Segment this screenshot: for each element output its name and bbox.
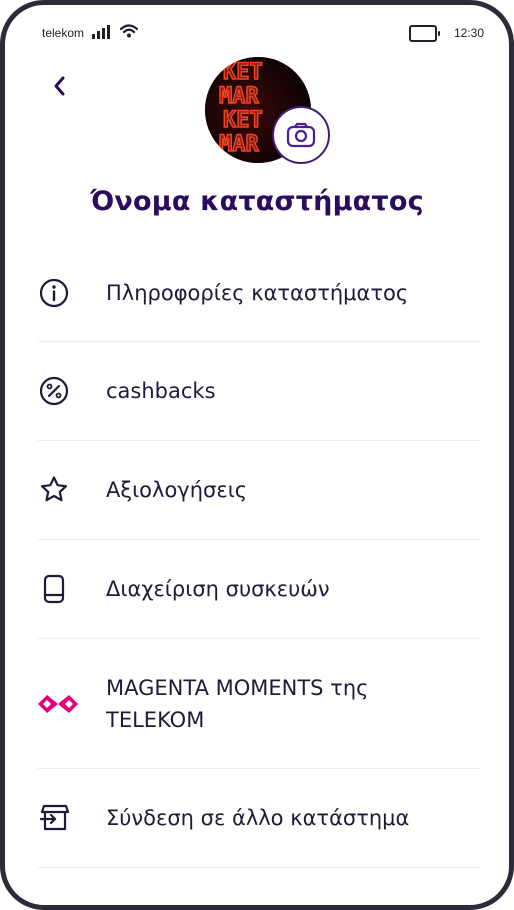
info-icon [38,277,78,309]
percent-icon [38,375,78,407]
menu-item-label: MAGENTA MOMENTS της TELEKOM [106,675,369,732]
menu-item-label: Σύνδεση σε άλλο κατάστημα [106,806,410,830]
battery-icon [408,24,440,42]
wifi-icon [119,23,139,43]
carrier-name: telekom [42,26,85,40]
back-button[interactable] [46,72,72,100]
clock: 12:30 [453,26,484,40]
menu-item-reviews[interactable]: Αξιολογήσεις [38,441,480,540]
camera-icon [286,122,316,148]
change-photo-button[interactable] [272,106,330,164]
store-name-title: Όνομα καταστήματος [90,186,424,217]
menu-item-label: cashbacks [106,379,216,403]
menu-item-store-info[interactable]: Πληροφορίες καταστήματος [38,245,480,342]
svg-text:KET: KET [223,108,263,133]
svg-text:MAR: MAR [219,84,259,109]
star-icon [38,474,78,506]
store-menu: Πληροφορίες καταστήματος cashbacks Αξιολ… [38,245,480,868]
menu-item-magenta-moments[interactable]: MAGENTA MOMENTS της TELEKOM [38,639,480,769]
menu-item-cashbacks[interactable]: cashbacks [38,342,480,441]
switch-store-icon [38,802,78,834]
menu-item-label: Αξιολογήσεις [106,478,248,502]
signal-icon [92,25,111,39]
chevron-left-icon [54,76,65,96]
menu-item-label: Διαχείριση συσκευών [106,577,330,601]
device-icon [38,573,78,605]
status-bar: telekom 12:30 [42,22,484,44]
magenta-moments-logo-icon [38,692,78,716]
menu-item-label: Πληροφορίες καταστήματος [106,281,409,305]
menu-item-switch-store[interactable]: Σύνδεση σε άλλο κατάστημα [38,769,480,868]
menu-item-device-management[interactable]: Διαχείριση συσκευών [38,540,480,639]
